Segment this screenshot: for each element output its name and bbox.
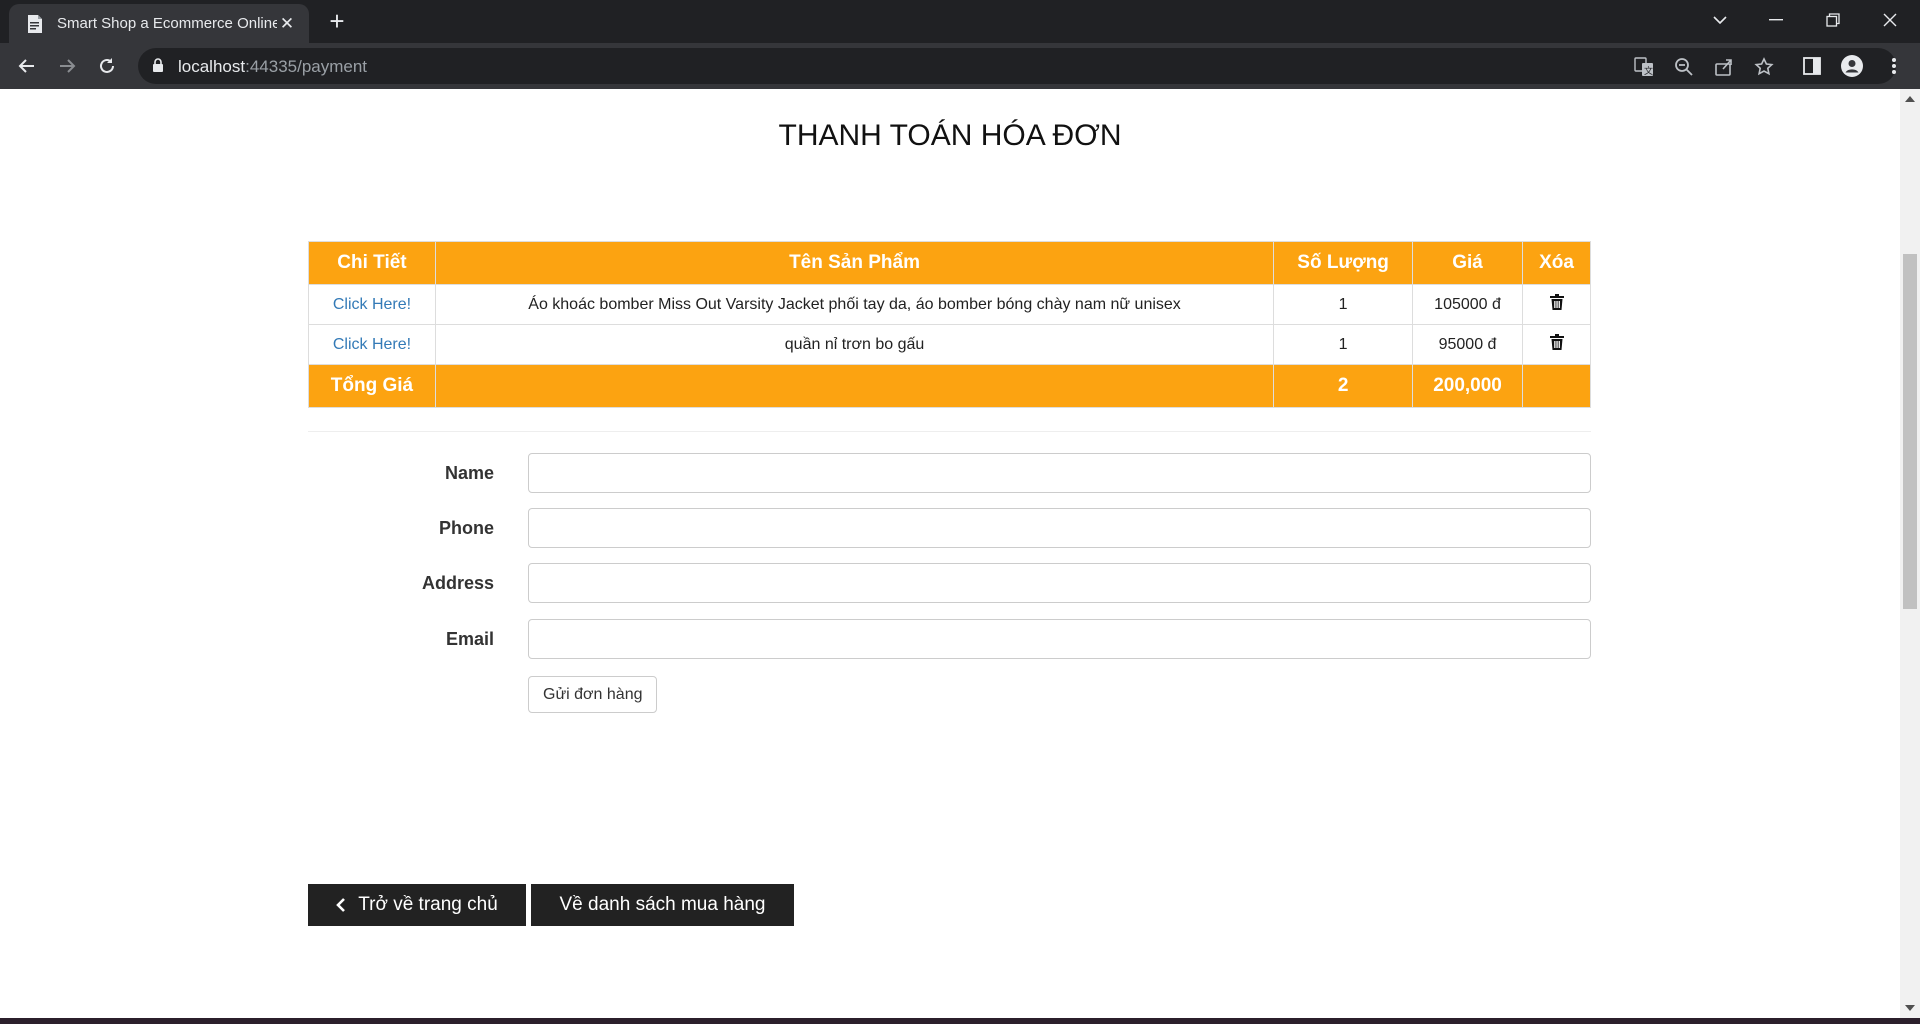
name-label: Name [444, 463, 494, 483]
price-cell: 95000 đ [1412, 324, 1524, 365]
submit-order-button[interactable]: Gửi đơn hàng [528, 676, 658, 713]
total-label: Tổng Giá [308, 364, 436, 408]
browser-toolbar: localhost:44335/payment 文 [0, 43, 1920, 89]
reload-icon[interactable] [92, 51, 122, 81]
address-input[interactable] [528, 563, 1591, 603]
taskbar-strip [0, 1018, 1920, 1024]
email-input[interactable] [528, 619, 1591, 659]
new-tab-icon[interactable]: + [323, 8, 351, 36]
delete-cell [1522, 324, 1591, 365]
minimize-icon[interactable] [1748, 0, 1804, 40]
details-cell: Click Here! [308, 284, 436, 325]
quantity-cell: 1 [1273, 284, 1414, 325]
menu-kebab-icon[interactable] [1882, 54, 1906, 78]
close-window-icon[interactable] [1862, 0, 1918, 40]
header-product-name: Tên Sản Phẩm [434, 241, 1275, 285]
cart-table: Chi Tiết Tên Sản Phẩm Số Lượng Giá Xóa C… [308, 241, 1591, 408]
total-quantity: 2 [1273, 364, 1414, 408]
forward-icon[interactable] [52, 51, 82, 81]
page-content: THANH TOÁN HÓA ĐƠN Chi Tiết Tên Sản Phẩm… [0, 89, 1900, 1018]
page-title: THANH TOÁN HÓA ĐƠN [778, 119, 1122, 152]
divider [308, 431, 1591, 432]
address-bar[interactable]: localhost:44335/payment 文 [138, 48, 1896, 84]
email-label: Email [445, 629, 494, 649]
browser-tab-title: Smart Shop a Ecommerce Online [57, 15, 277, 32]
delete-cell [1522, 284, 1591, 325]
page-favicon-icon [25, 14, 45, 34]
details-link[interactable]: Click Here! [333, 336, 411, 353]
header-details: Chi Tiết [308, 241, 436, 285]
product-name-cell: Áo khoác bomber Miss Out Varsity Jacket … [434, 284, 1275, 325]
lock-icon[interactable] [152, 58, 164, 78]
phone-input[interactable] [528, 508, 1591, 548]
name-input[interactable] [528, 453, 1591, 493]
quantity-cell: 1 [1273, 324, 1414, 365]
table-row: Click Here! quần nỉ trơn bo gấu 1 95000 … [308, 324, 1591, 365]
address-label: Address [421, 573, 494, 593]
tab-close-icon[interactable]: ✕ [277, 14, 297, 34]
zoom-icon[interactable] [1672, 55, 1696, 79]
chevron-left-icon [336, 897, 346, 913]
restore-icon[interactable] [1805, 0, 1861, 40]
total-empty-delete-cell [1522, 364, 1591, 408]
bookmark-star-icon[interactable] [1752, 55, 1776, 79]
side-panel-icon[interactable] [1800, 54, 1824, 78]
address-row: Address [308, 563, 1591, 603]
total-price: 200,000 [1412, 364, 1524, 408]
scroll-down-icon[interactable] [1905, 1005, 1915, 1011]
browser-tab-bar: Smart Shop a Ecommerce Online ✕ + [0, 0, 1920, 43]
browser-tab[interactable]: Smart Shop a Ecommerce Online ✕ [9, 4, 309, 43]
trash-icon[interactable] [1549, 294, 1564, 314]
page-scrollbar[interactable] [1900, 89, 1920, 1018]
translate-icon[interactable]: 文 [1632, 55, 1656, 79]
scrollbar-thumb[interactable] [1903, 254, 1917, 609]
back-home-button[interactable]: Trở về trang chủ [308, 884, 526, 926]
scroll-up-icon[interactable] [1905, 96, 1915, 102]
phone-label: Phone [438, 518, 494, 538]
back-home-label: Trở về trang chủ [358, 894, 498, 915]
phone-row: Phone [308, 508, 1591, 548]
back-icon[interactable] [12, 51, 42, 81]
total-empty-cell [434, 364, 1275, 408]
table-header-row: Chi Tiết Tên Sản Phẩm Số Lượng Giá Xóa [308, 241, 1591, 285]
header-delete: Xóa [1522, 241, 1591, 285]
url-text: localhost:44335/payment [178, 57, 368, 76]
header-quantity: Số Lượng [1273, 241, 1414, 285]
name-row: Name [308, 453, 1591, 493]
trash-icon[interactable] [1549, 334, 1564, 354]
details-cell: Click Here! [308, 324, 436, 365]
details-link[interactable]: Click Here! [333, 296, 411, 313]
tab-search-icon[interactable] [1692, 0, 1748, 40]
header-price: Giá [1412, 241, 1524, 285]
shopping-list-button[interactable]: Về danh sách mua hàng [531, 884, 794, 926]
price-cell: 105000 đ [1412, 284, 1524, 325]
product-name-cell: quần nỉ trơn bo gấu [434, 324, 1275, 365]
share-icon[interactable] [1712, 55, 1736, 79]
svg-text:文: 文 [1644, 65, 1653, 76]
profile-icon[interactable] [1840, 54, 1864, 78]
table-row: Click Here! Áo khoác bomber Miss Out Var… [308, 284, 1591, 325]
total-row: Tổng Giá 2 200,000 [308, 364, 1591, 408]
email-row: Email [308, 619, 1591, 659]
